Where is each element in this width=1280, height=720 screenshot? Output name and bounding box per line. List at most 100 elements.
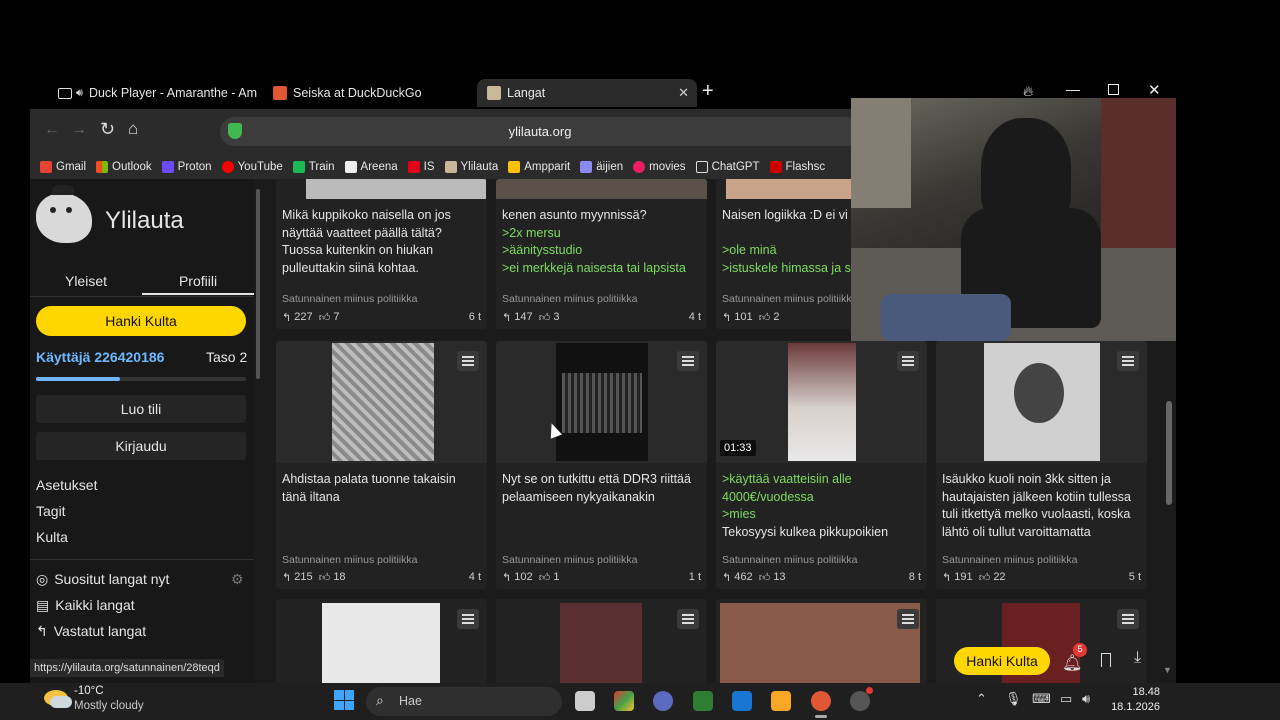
app-icon[interactable] [614,691,634,711]
close-window-icon[interactable]: ✕ [1148,81,1161,99]
thread-menu-button[interactable] [677,609,699,629]
thread-menu-button[interactable] [457,351,479,371]
thread-card[interactable]: kenen asunto myynnissä? >2x mersu >äänit… [496,179,707,329]
thread-card[interactable]: Ahdistaa palata tuonne takaisin tänä ilt… [276,341,487,589]
network-icon[interactable]: ▭ [1060,691,1072,707]
tab-yleiset[interactable]: Yleiset [30,267,142,295]
clock-date[interactable]: 18.1.2026 [1100,701,1160,713]
bookmark-areena[interactable]: Areena [344,161,398,173]
bookmark-proton[interactable]: Proton [161,161,212,173]
bookmark-youtube[interactable]: YouTube [221,161,283,173]
microphone-icon[interactable]: 🎙︎ [1005,691,1022,707]
thread-card[interactable] [276,599,487,683]
gear-icon[interactable]: ⚙ [231,571,244,588]
sidebar-scrollbar[interactable] [256,189,260,379]
weather-icon[interactable] [44,690,72,708]
bookmark-movies[interactable]: movies [633,161,686,173]
back-icon[interactable]: ← [44,121,60,139]
popular-threads-link[interactable]: ◎ Suositut langat nyt [36,571,169,588]
thread-thumbnail[interactable] [306,179,486,199]
app-icon[interactable] [850,691,870,711]
keyboard-icon[interactable]: ⌨ [1032,691,1051,707]
download-icon[interactable]: ⤓ [1134,649,1141,667]
thread-thumbnail[interactable] [496,341,707,463]
thread-category[interactable]: Satunnainen miinus politiikka [722,554,857,566]
thread-menu-button[interactable] [1117,609,1139,629]
bookmark-outlook[interactable]: Outlook [96,161,152,173]
tags-link[interactable]: Tagit [36,503,66,519]
thread-thumbnail[interactable] [276,341,487,463]
site-logo[interactable] [36,185,92,243]
task-view-icon[interactable] [575,691,595,711]
thread-category[interactable]: Satunnainen miinus politiikka [502,554,637,566]
bookmark-aijien[interactable]: äijien [580,161,623,173]
thread-thumbnail[interactable] [936,341,1147,463]
bookmark-ylilauta[interactable]: Ylilauta [444,161,498,173]
thread-card[interactable] [716,599,927,683]
thread-card[interactable]: Mikä kuppikoko naisella on jos näyttää v… [276,179,487,329]
bookmark-chatgpt[interactable]: ChatGPT [695,161,760,173]
calculator-icon[interactable] [732,691,752,711]
bookmark-flashscore[interactable]: Flashsc [769,161,825,173]
tab-seiska[interactable]: Seiska at DuckDuckGo [273,79,473,107]
volume-icon[interactable]: 🔊︎ [1082,691,1090,707]
all-threads-link[interactable]: ▤ Kaikki langat [36,597,135,614]
thread-menu-button[interactable] [897,351,919,371]
scroll-down-icon[interactable]: ▼ [1163,665,1172,675]
tab-duck-player[interactable]: 🔊︎ Duck Player - Amaranthe - Am [58,79,258,107]
get-gold-button[interactable]: Hanki Kulta [36,306,246,336]
gold-link[interactable]: Kulta [36,529,68,545]
thread-card[interactable]: 01:33 >käyttää vaatteisiin alle 4000€/vu… [716,341,927,589]
chevron-up-icon[interactable]: ⌃ [976,691,987,707]
address-bar[interactable]: ylilauta.org [220,117,860,146]
floating-get-gold-button[interactable]: Hanki Kulta [954,647,1050,675]
bookmark-icon[interactable] [1101,653,1111,667]
bookmark-gmail[interactable]: Gmail [40,161,86,173]
site-name[interactable]: Ylilauta [105,207,184,235]
thread-card[interactable] [496,599,707,683]
thread-card[interactable]: Nyt se on tutkittu että DDR3 riittää pel… [496,341,707,589]
clock-time[interactable]: 18.48 [1110,686,1160,698]
thread-menu-button[interactable] [897,609,919,629]
username[interactable]: Käyttäjä 226420186 [36,349,164,365]
close-tab-icon[interactable]: ✕ [678,85,689,101]
thread-menu-button[interactable] [677,351,699,371]
thread-thumbnail[interactable] [322,603,440,683]
tab-langat[interactable]: Langat ✕ [477,79,697,107]
restore-icon[interactable] [1108,84,1119,95]
thread-category[interactable]: Satunnainen miinus politiikka [722,293,857,305]
login-button[interactable]: Kirjaudu [36,432,246,460]
create-account-button[interactable]: Luo tili [36,395,246,423]
reload-icon[interactable]: ↻ [100,119,115,140]
forward-icon[interactable]: → [71,121,87,139]
minimize-icon[interactable]: — [1066,81,1080,97]
thread-category[interactable]: Satunnainen miinus politiikka [282,554,417,566]
new-tab-icon[interactable]: + [702,80,714,103]
home-icon[interactable]: ⌂ [128,119,138,139]
app-icon[interactable] [653,691,673,711]
thread-thumbnail[interactable]: 01:33 [716,341,927,463]
thread-category[interactable]: Satunnainen miinus politiikka [942,554,1077,566]
bookmark-ampparit[interactable]: Ampparit [508,161,570,173]
page-scrollbar[interactable] [1166,401,1172,505]
taskbar-search[interactable]: ⌕ Hae [366,687,562,716]
thread-menu-button[interactable] [457,609,479,629]
app-icon[interactable] [693,691,713,711]
duckduckgo-browser-icon[interactable] [811,691,831,711]
bookmark-train[interactable]: Train [292,161,335,173]
tab-profiili[interactable]: Profiili [142,267,254,295]
windows-start-icon[interactable] [334,690,354,710]
thread-thumbnail[interactable] [720,603,920,683]
thread-thumbnail[interactable] [496,179,707,199]
thread-category[interactable]: Satunnainen miinus politiikka [502,293,637,305]
bookmark-is[interactable]: IS [407,161,435,173]
weather-temp[interactable]: -10°C [74,685,104,697]
thread-menu-button[interactable] [1117,351,1139,371]
file-explorer-icon[interactable] [771,691,791,711]
thread-category[interactable]: Satunnainen miinus politiikka [282,293,417,305]
answered-threads-link[interactable]: ↰ Vastatut langat [36,623,146,640]
thread-thumbnail[interactable] [560,603,642,683]
thread-card[interactable]: Isäukko kuoli noin 3kk sitten ja hautaja… [936,341,1147,589]
settings-link[interactable]: Asetukset [36,477,97,493]
weather-desc[interactable]: Mostly cloudy [74,700,144,712]
